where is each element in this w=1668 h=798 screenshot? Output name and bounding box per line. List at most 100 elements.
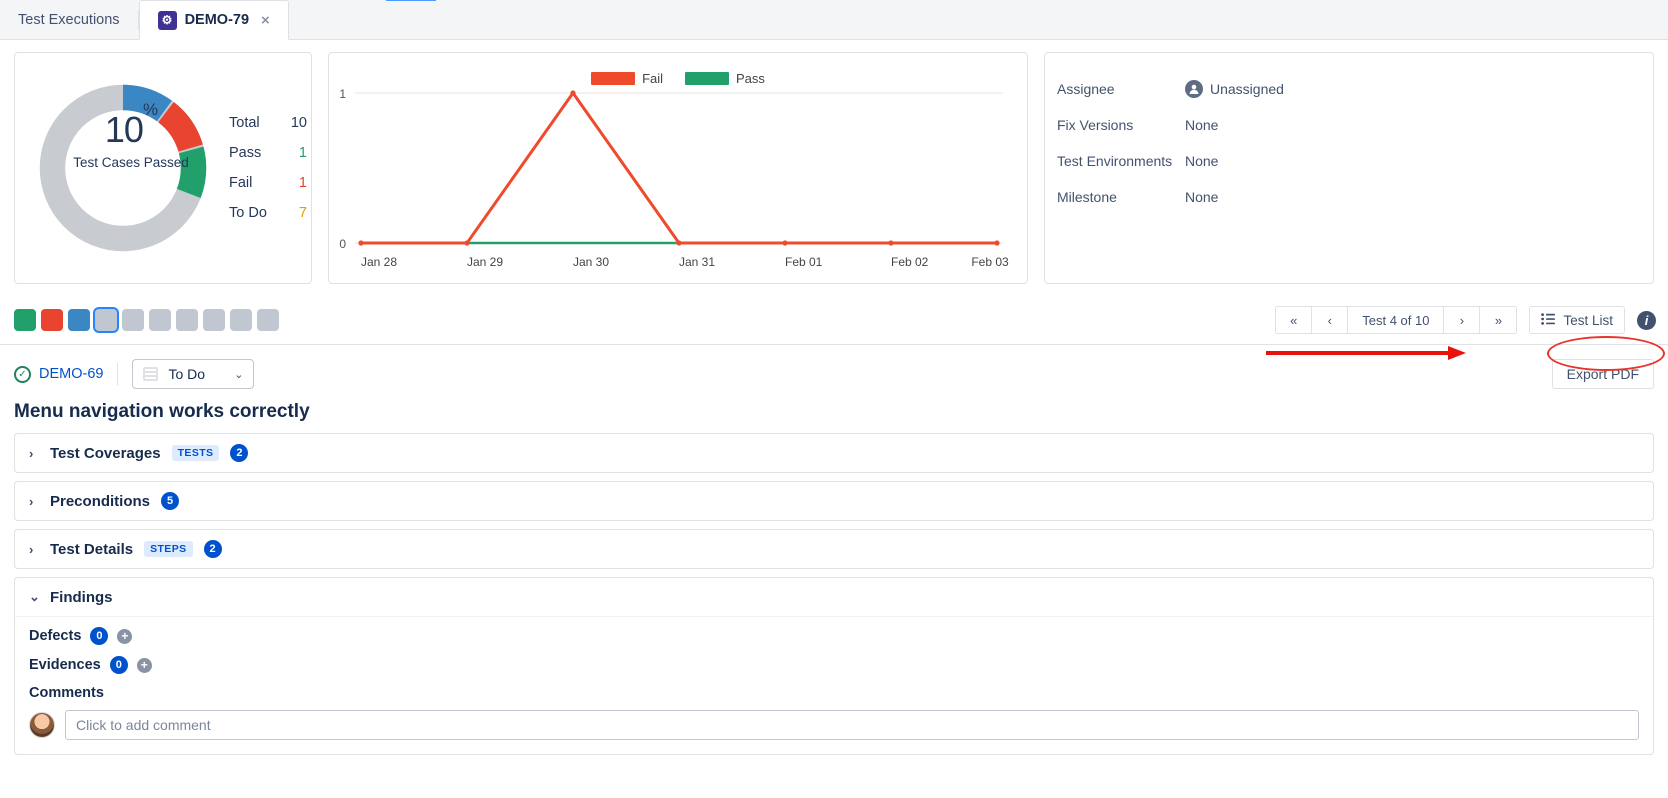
detail-label: Fix Versions [1057, 117, 1185, 133]
stat-value: 1 [283, 145, 307, 161]
detail-row-milestone: Milestone None [1057, 179, 1637, 215]
export-pdf-button[interactable]: Export PDF [1552, 359, 1654, 389]
next-page-button[interactable]: › [1444, 307, 1480, 333]
legend-label: Pass [736, 71, 765, 86]
comment-input[interactable] [65, 710, 1639, 740]
section-header[interactable]: › Test Details STEPS 2 [15, 530, 1653, 568]
section-pill: STEPS [144, 541, 192, 557]
tab-demo-79[interactable]: ⚙ DEMO-79 × [139, 0, 289, 40]
test-check-icon: ✓ [14, 366, 31, 383]
svg-text:Feb 02: Feb 02 [891, 255, 929, 269]
stat-total: Total 10 [229, 115, 307, 131]
comments-label: Comments [29, 685, 1639, 701]
summary-cards: 10% Test Cases Passed Total 10 Pass 1 Fa… [0, 40, 1668, 284]
stat-value: 1 [283, 175, 307, 191]
defects-count-badge: 0 [90, 627, 108, 645]
detail-value[interactable]: None [1185, 117, 1218, 133]
add-defect-icon[interactable]: + [117, 629, 132, 644]
page-title: Menu navigation works correctly [0, 389, 1668, 423]
status-list-icon [143, 367, 158, 381]
divider [117, 363, 118, 385]
section-header[interactable]: ⌄ Findings [15, 578, 1653, 616]
detail-value[interactable]: None [1185, 153, 1218, 169]
test-list-button[interactable]: Test List [1529, 306, 1625, 334]
section-badge: 2 [230, 444, 248, 462]
detail-row-test-environments: Test Environments None [1057, 143, 1637, 179]
tab-bar: Test Executions ⚙ DEMO-79 × [0, 0, 1668, 40]
series-fail-line [361, 93, 997, 243]
detail-value[interactable]: None [1185, 189, 1218, 205]
legend-label: Fail [642, 71, 663, 86]
defects-row: Defects 0 + [29, 627, 1639, 645]
test-status-square[interactable] [122, 309, 144, 331]
section-title: Findings [50, 589, 113, 606]
test-status-square[interactable] [203, 309, 225, 331]
stat-value: 7 [283, 205, 307, 221]
svg-text:0: 0 [339, 237, 346, 251]
detail-row-assignee: Assignee Unassigned [1057, 71, 1637, 107]
issue-key[interactable]: DEMO-69 [39, 366, 103, 382]
info-icon[interactable]: i [1637, 311, 1656, 330]
evidences-count-badge: 0 [110, 656, 128, 674]
test-list-label: Test List [1563, 313, 1613, 328]
issue-key-link[interactable]: ✓ DEMO-69 [14, 366, 103, 383]
stat-label: Fail [229, 175, 283, 191]
tab-label: DEMO-79 [185, 12, 249, 28]
legend-swatch-fail [591, 72, 635, 85]
tab-accent-bar [386, 0, 436, 1]
section-test-coverages: › Test Coverages TESTS 2 [14, 433, 1654, 473]
svg-text:Feb 03: Feb 03 [971, 255, 1009, 269]
section-title: Test Coverages [50, 445, 161, 462]
svg-text:Jan 30: Jan 30 [573, 255, 609, 269]
assignee-name: Unassigned [1210, 81, 1284, 97]
section-findings: ⌄ Findings Defects 0 + Evidences 0 + Com… [14, 577, 1654, 755]
test-status-square[interactable] [257, 309, 279, 331]
series-fail-points [358, 90, 999, 245]
defects-label: Defects [29, 628, 81, 644]
test-status-square[interactable] [14, 309, 36, 331]
first-page-button[interactable]: « [1276, 307, 1312, 333]
test-status-square[interactable] [230, 309, 252, 331]
section-header[interactable]: › Preconditions 5 [15, 482, 1653, 520]
legend-swatch-pass [685, 72, 729, 85]
execution-details-card: Assignee Unassigned Fix Versions None Te… [1044, 52, 1654, 284]
prev-page-button[interactable]: ‹ [1312, 307, 1348, 333]
last-page-button[interactable]: » [1480, 307, 1516, 333]
stat-todo: To Do 7 [229, 205, 307, 221]
stat-label: To Do [229, 205, 283, 221]
stat-label: Total [229, 115, 283, 131]
issue-sections: › Test Coverages TESTS 2 › Preconditions… [0, 423, 1668, 755]
chevron-down-icon: ⌄ [234, 368, 243, 381]
test-status-square[interactable] [149, 309, 171, 331]
section-test-details: › Test Details STEPS 2 [14, 529, 1654, 569]
section-header[interactable]: › Test Coverages TESTS 2 [15, 434, 1653, 472]
donut-stats: Total 10 Pass 1 Fail 1 To Do 7 [229, 115, 307, 221]
xray-gear-icon: ⚙ [158, 11, 177, 30]
test-status-square[interactable] [68, 309, 90, 331]
add-evidence-icon[interactable]: + [137, 658, 152, 673]
evidences-row: Evidences 0 + [29, 656, 1639, 674]
pagination: « ‹ Test 4 of 10 › » [1275, 306, 1517, 334]
execution-trend-card: Fail Pass 1 0 Jan 28 Jan 29 Jan 30 Jan 3… [328, 52, 1028, 284]
detail-row-fix-versions: Fix Versions None [1057, 107, 1637, 143]
status-dropdown[interactable]: To Do ⌄ [132, 359, 254, 389]
detail-value[interactable]: Unassigned [1185, 80, 1284, 98]
test-status-square-selected[interactable] [95, 309, 117, 331]
section-preconditions: › Preconditions 5 [14, 481, 1654, 521]
list-icon [1541, 313, 1555, 328]
chevron-right-icon: › [29, 446, 39, 461]
section-badge: 2 [204, 540, 222, 558]
page-indicator: Test 4 of 10 [1348, 307, 1444, 333]
close-icon[interactable]: × [261, 12, 270, 29]
legend-item-pass[interactable]: Pass [685, 71, 765, 86]
svg-text:Jan 29: Jan 29 [467, 255, 503, 269]
line-chart: 1 0 Jan 28 Jan 29 Jan 30 Jan 31 Feb 01 F… [329, 53, 1029, 285]
test-status-square[interactable] [41, 309, 63, 331]
issue-header: ✓ DEMO-69 To Do ⌄ Export PDF [0, 345, 1668, 389]
test-status-square[interactable] [176, 309, 198, 331]
section-title: Preconditions [50, 493, 150, 510]
svg-text:Jan 28: Jan 28 [361, 255, 397, 269]
person-avatar-icon [1185, 80, 1203, 98]
tab-test-executions[interactable]: Test Executions [0, 0, 138, 39]
legend-item-fail[interactable]: Fail [591, 71, 663, 86]
